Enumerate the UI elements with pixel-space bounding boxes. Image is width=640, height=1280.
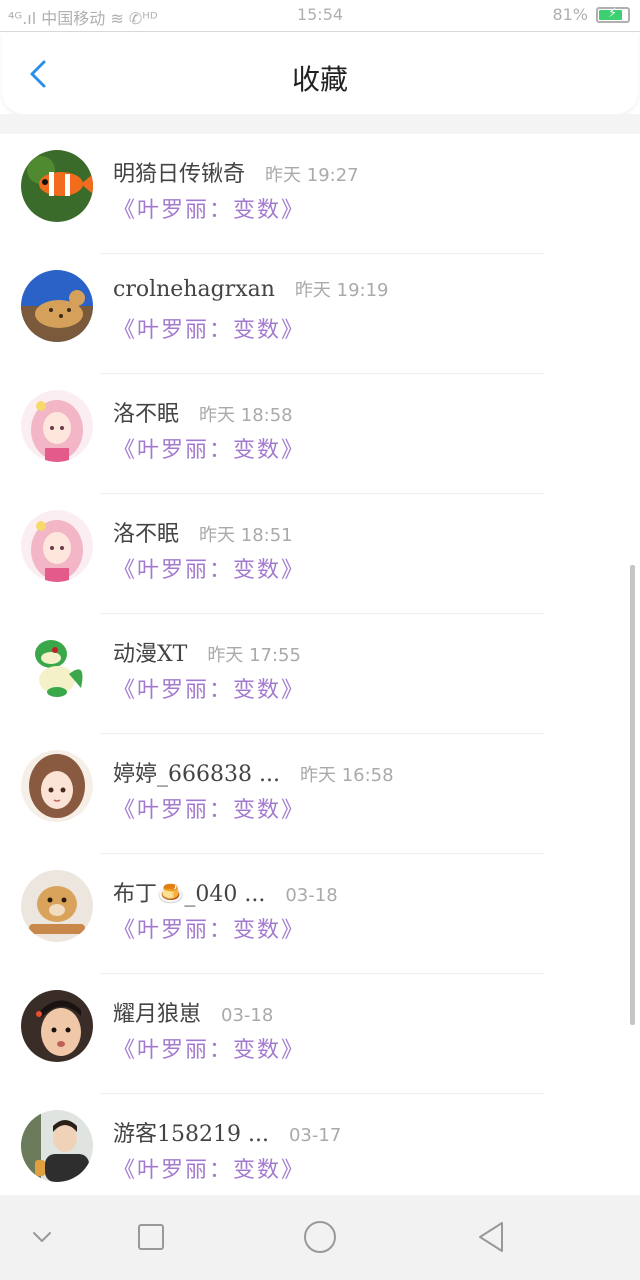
work-title[interactable]: 《叶罗丽：变数》 (113, 672, 305, 704)
timestamp: 03-18 (221, 1005, 274, 1026)
user-name: 婷婷_666838 ... (113, 762, 280, 787)
list-item[interactable]: crolnehagrxan 昨天 19:19 《叶罗丽：变数》 (0, 254, 640, 374)
work-title[interactable]: 《叶罗丽：变数》 (113, 192, 305, 224)
list-item[interactable]: 洛不眠 昨天 18:58 《叶罗丽：变数》 (0, 374, 640, 494)
avatar[interactable] (21, 630, 93, 702)
avatar[interactable] (21, 990, 93, 1062)
work-title[interactable]: 《叶罗丽：变数》 (113, 312, 305, 344)
work-title[interactable]: 《叶罗丽：变数》 (113, 1152, 305, 1184)
user-name: 耀月狼崽 (113, 1002, 202, 1027)
list-item[interactable]: 耀月狼崽 03-18 《叶罗丽：变数》 (0, 974, 640, 1094)
header: 收藏 (2, 34, 638, 114)
clock: 15:54 (296, 5, 344, 24)
timestamp: 昨天 17:55 (207, 645, 301, 666)
system-nav-bar (0, 1195, 640, 1280)
recent-apps-icon[interactable] (131, 1217, 171, 1257)
work-title[interactable]: 《叶罗丽：变数》 (113, 552, 305, 584)
user-name: 游客158219 ... (113, 1122, 269, 1147)
timestamp: 昨天 18:51 (199, 525, 293, 546)
status-bar: ⁴ᴳ.ıl 中国移动 ≋ ✆ᴴᴰ 15:54 81% ⚡ (0, 0, 640, 32)
avatar[interactable] (21, 270, 93, 342)
avatar[interactable] (21, 510, 93, 582)
back-triangle-icon[interactable] (472, 1217, 512, 1257)
avatar[interactable] (21, 1110, 93, 1182)
timestamp: 昨天 16:58 (299, 765, 394, 786)
work-title[interactable]: 《叶罗丽：变数》 (113, 1032, 305, 1064)
page-title: 收藏 (291, 63, 348, 96)
timestamp: 昨天 18:58 (199, 405, 293, 426)
work-title[interactable]: 《叶罗丽：变数》 (113, 912, 305, 944)
list-item[interactable]: 游客158219 ... 03-17 《叶罗丽：变数》 (0, 1094, 640, 1194)
user-name: 明猗日传锹奇 (113, 162, 246, 187)
user-name: 动漫XT (113, 642, 188, 667)
timestamp: 昨天 19:27 (265, 165, 359, 186)
user-name: 布丁🍮_040 ... (113, 882, 266, 907)
timestamp: 03-17 (288, 1125, 342, 1146)
timestamp: 昨天 19:19 (294, 280, 389, 301)
header-spacer (0, 114, 640, 134)
user-name: crolnehagrxan (113, 277, 275, 302)
avatar[interactable] (21, 150, 93, 222)
list-item[interactable]: 婷婷_666838 ... 昨天 16:58 《叶罗丽：变数》 (0, 734, 640, 854)
home-icon[interactable] (300, 1217, 340, 1257)
battery-percent: 81% (552, 5, 588, 24)
work-title[interactable]: 《叶罗丽：变数》 (113, 432, 305, 464)
avatar[interactable] (21, 750, 93, 822)
user-name: 洛不眠 (113, 522, 180, 547)
favorites-list: 明猗日传锹奇 昨天 19:27 《叶罗丽：变数》 crolnehagrxan 昨… (0, 134, 640, 1194)
work-title[interactable]: 《叶罗丽：变数》 (113, 792, 305, 824)
battery-icon: ⚡ (596, 6, 630, 23)
avatar[interactable] (21, 390, 93, 462)
scrollbar[interactable] (630, 565, 635, 1025)
list-item[interactable]: 洛不眠 昨天 18:51 《叶罗丽：变数》 (0, 494, 640, 614)
avatar[interactable] (21, 870, 93, 942)
timestamp: 03-18 (285, 885, 338, 906)
hide-nav-chevron-icon[interactable] (22, 1217, 62, 1257)
list-item[interactable]: 明猗日传锹奇 昨天 19:27 《叶罗丽：变数》 (0, 134, 640, 254)
list-item[interactable]: 布丁🍮_040 ... 03-18 《叶罗丽：变数》 (0, 854, 640, 974)
list-item[interactable]: 动漫XT 昨天 17:55 《叶罗丽：变数》 (0, 614, 640, 734)
user-name: 洛不眠 (113, 402, 180, 427)
